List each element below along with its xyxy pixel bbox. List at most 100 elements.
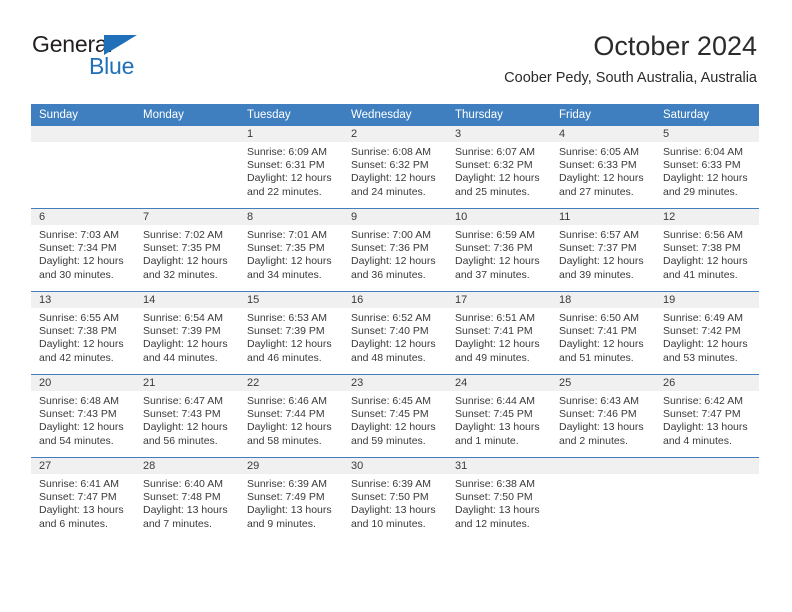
calendar-day-cell[interactable]: 1 Sunrise: 6:09 AM Sunset: 6:31 PM Daylight… xyxy=(239,125,343,209)
day-details: Sunrise: 7:02 AM Sunset: 7:35 PM Daylight:… xyxy=(135,225,239,282)
calendar-day-cell[interactable]: 22 Sunrise: 6:46 AM Sunset: 7:44 PM Dayligh… xyxy=(239,374,343,458)
sunset-time: Sunset: 7:46 PM xyxy=(559,408,637,421)
calendar-day-cell[interactable]: 31 Sunrise: 6:38 AM Sunset: 7:50 PM Dayligh… xyxy=(447,457,551,540)
sunset-time: Sunset: 7:45 PM xyxy=(455,408,533,421)
calendar-day-cell[interactable]: 30 Sunrise: 6:39 AM Sunset: 7:50 PM Dayligh… xyxy=(343,457,447,540)
sunset-time: Sunset: 7:47 PM xyxy=(39,491,117,504)
day-number: 19 xyxy=(655,292,759,308)
calendar-day-cell[interactable]: 13 Sunrise: 6:55 AM Sunset: 7:38 PM Dayligh… xyxy=(31,291,135,375)
calendar-day-cell[interactable]: 23 Sunrise: 6:45 AM Sunset: 7:45 PM Dayligh… xyxy=(343,374,447,458)
sunrise-time: Sunrise: 6:49 AM xyxy=(663,312,743,324)
daylight-duration-line1: Daylight: 12 hours xyxy=(247,338,332,351)
calendar-day-cell[interactable]: 25 Sunrise: 6:43 AM Sunset: 7:46 PM Dayligh… xyxy=(551,374,655,458)
weekday-header-friday: Friday xyxy=(551,104,655,126)
calendar-day-cell[interactable]: 10 Sunrise: 6:59 AM Sunset: 7:36 PM Dayligh… xyxy=(447,208,551,292)
sunset-time: Sunset: 6:33 PM xyxy=(559,159,637,172)
day-details: Sunrise: 6:59 AM Sunset: 7:36 PM Daylight:… xyxy=(447,225,551,282)
daylight-duration-line2: and 7 minutes. xyxy=(143,517,212,530)
day-number: 7 xyxy=(135,209,239,225)
calendar-day-cell[interactable]: 5 Sunrise: 6:04 AM Sunset: 6:33 PM Daylight… xyxy=(655,125,759,209)
sunrise-time: Sunrise: 6:08 AM xyxy=(351,146,431,158)
sunset-time: Sunset: 7:40 PM xyxy=(351,325,429,338)
calendar-day-cell[interactable]: 12 Sunrise: 6:56 AM Sunset: 7:38 PM Dayligh… xyxy=(655,208,759,292)
sunset-time: Sunset: 7:48 PM xyxy=(143,491,221,504)
calendar-day-cell[interactable]: 7 Sunrise: 7:02 AM Sunset: 7:35 PM Daylight… xyxy=(135,208,239,292)
location-subtitle: Coober Pedy, South Australia, Australia xyxy=(504,70,757,86)
sunset-time: Sunset: 7:41 PM xyxy=(455,325,533,338)
sunset-time: Sunset: 7:36 PM xyxy=(455,242,533,255)
sunrise-time: Sunrise: 6:41 AM xyxy=(39,478,119,490)
day-number: 30 xyxy=(343,458,447,474)
calendar-day-cell[interactable]: 28 Sunrise: 6:40 AM Sunset: 7:48 PM Dayligh… xyxy=(135,457,239,540)
calendar-day-cell[interactable]: 9 Sunrise: 7:00 AM Sunset: 7:36 PM Daylight… xyxy=(343,208,447,292)
calendar-day-cell[interactable]: 19 Sunrise: 6:49 AM Sunset: 7:42 PM Dayligh… xyxy=(655,291,759,375)
calendar-day-cell-inner xyxy=(31,126,135,208)
daylight-duration-line2: and 1 minute. xyxy=(455,434,519,447)
generalblue-logo[interactable]: General Blue xyxy=(32,33,212,81)
day-number: 25 xyxy=(551,375,655,391)
sunrise-sunset-calendar-table: Sunday Monday Tuesday Wednesday Thursday… xyxy=(31,104,759,540)
day-number: 23 xyxy=(343,375,447,391)
calendar-day-cell[interactable]: 15 Sunrise: 6:53 AM Sunset: 7:39 PM Dayligh… xyxy=(239,291,343,375)
day-number: 16 xyxy=(343,292,447,308)
sunset-time: Sunset: 7:50 PM xyxy=(455,491,533,504)
calendar-day-cell[interactable]: 18 Sunrise: 6:50 AM Sunset: 7:41 PM Dayligh… xyxy=(551,291,655,375)
day-number: 15 xyxy=(239,292,343,308)
sunrise-time: Sunrise: 6:44 AM xyxy=(455,395,535,407)
calendar-day-cell[interactable]: 29 Sunrise: 6:39 AM Sunset: 7:49 PM Dayligh… xyxy=(239,457,343,540)
calendar-day-cell-inner: 6 Sunrise: 7:03 AM Sunset: 7:34 PM Daylight… xyxy=(31,209,135,291)
daylight-duration-line2: and 58 minutes. xyxy=(247,434,322,447)
calendar-day-cell[interactable]: 24 Sunrise: 6:44 AM Sunset: 7:45 PM Dayligh… xyxy=(447,374,551,458)
calendar-day-cell[interactable]: 6 Sunrise: 7:03 AM Sunset: 7:34 PM Daylight… xyxy=(31,208,135,292)
calendar-day-cell[interactable]: 16 Sunrise: 6:52 AM Sunset: 7:40 PM Dayligh… xyxy=(343,291,447,375)
sunset-time: Sunset: 7:38 PM xyxy=(39,325,117,338)
calendar-day-cell[interactable]: 26 Sunrise: 6:42 AM Sunset: 7:47 PM Dayligh… xyxy=(655,374,759,458)
daylight-duration-line2: and 39 minutes. xyxy=(559,268,634,281)
day-number: 20 xyxy=(31,375,135,391)
sunset-time: Sunset: 7:41 PM xyxy=(559,325,637,338)
calendar-day-cell[interactable]: 2 Sunrise: 6:08 AM Sunset: 6:32 PM Daylight… xyxy=(343,125,447,209)
day-details: Sunrise: 6:57 AM Sunset: 7:37 PM Daylight:… xyxy=(551,225,655,282)
sunrise-time: Sunrise: 6:59 AM xyxy=(455,229,535,241)
daylight-duration-line1: Daylight: 12 hours xyxy=(663,172,748,185)
calendar-day-cell[interactable]: 4 Sunrise: 6:05 AM Sunset: 6:33 PM Daylight… xyxy=(551,125,655,209)
daylight-duration-line2: and 53 minutes. xyxy=(663,351,738,364)
calendar-day-cell-inner: 5 Sunrise: 6:04 AM Sunset: 6:33 PM Daylight… xyxy=(655,126,759,208)
day-details: Sunrise: 6:49 AM Sunset: 7:42 PM Daylight:… xyxy=(655,308,759,365)
weekday-header-row: Sunday Monday Tuesday Wednesday Thursday… xyxy=(31,104,759,126)
daylight-duration-line1: Daylight: 12 hours xyxy=(559,172,644,185)
calendar-day-cell-inner: 29 Sunrise: 6:39 AM Sunset: 7:49 PM Dayligh… xyxy=(239,458,343,540)
sunrise-time: Sunrise: 7:03 AM xyxy=(39,229,119,241)
calendar-day-cell[interactable]: 14 Sunrise: 6:54 AM Sunset: 7:39 PM Dayligh… xyxy=(135,291,239,375)
sunrise-time: Sunrise: 6:39 AM xyxy=(351,478,431,490)
calendar-day-cell[interactable]: 11 Sunrise: 6:57 AM Sunset: 7:37 PM Dayligh… xyxy=(551,208,655,292)
weekday-header-thursday: Thursday xyxy=(447,104,551,126)
sunrise-time: Sunrise: 6:48 AM xyxy=(39,395,119,407)
daylight-duration-line1: Daylight: 12 hours xyxy=(143,338,228,351)
daylight-duration-line1: Daylight: 12 hours xyxy=(143,255,228,268)
daylight-duration-line2: and 41 minutes. xyxy=(663,268,738,281)
sunset-time: Sunset: 6:33 PM xyxy=(663,159,741,172)
calendar-day-cell-inner: 9 Sunrise: 7:00 AM Sunset: 7:36 PM Daylight… xyxy=(343,209,447,291)
day-details: Sunrise: 6:07 AM Sunset: 6:32 PM Daylight:… xyxy=(447,142,551,199)
calendar-day-cell-inner: 26 Sunrise: 6:42 AM Sunset: 7:47 PM Dayligh… xyxy=(655,375,759,457)
day-number: 27 xyxy=(31,458,135,474)
calendar-day-cell[interactable]: 3 Sunrise: 6:07 AM Sunset: 6:32 PM Daylight… xyxy=(447,125,551,209)
weekday-header-tuesday: Tuesday xyxy=(239,104,343,126)
calendar-day-cell[interactable]: 20 Sunrise: 6:48 AM Sunset: 7:43 PM Dayligh… xyxy=(31,374,135,458)
calendar-day-cell-inner: 20 Sunrise: 6:48 AM Sunset: 7:43 PM Dayligh… xyxy=(31,375,135,457)
daylight-duration-line1: Daylight: 12 hours xyxy=(455,255,540,268)
calendar-day-cell[interactable]: 8 Sunrise: 7:01 AM Sunset: 7:35 PM Daylight… xyxy=(239,208,343,292)
calendar-day-cell[interactable]: 21 Sunrise: 6:47 AM Sunset: 7:43 PM Dayligh… xyxy=(135,374,239,458)
daylight-duration-line1: Daylight: 12 hours xyxy=(351,338,436,351)
calendar-day-cell[interactable]: 17 Sunrise: 6:51 AM Sunset: 7:41 PM Dayligh… xyxy=(447,291,551,375)
calendar-day-cell-inner: 28 Sunrise: 6:40 AM Sunset: 7:48 PM Dayligh… xyxy=(135,458,239,540)
sunrise-time: Sunrise: 6:09 AM xyxy=(247,146,327,158)
sunset-time: Sunset: 7:35 PM xyxy=(143,242,221,255)
daylight-duration-line2: and 32 minutes. xyxy=(143,268,218,281)
daylight-duration-line2: and 56 minutes. xyxy=(143,434,218,447)
calendar-day-cell-inner: 31 Sunrise: 6:38 AM Sunset: 7:50 PM Dayligh… xyxy=(447,458,551,540)
day-number: 22 xyxy=(239,375,343,391)
calendar-day-cell[interactable]: 27 Sunrise: 6:41 AM Sunset: 7:47 PM Dayligh… xyxy=(31,457,135,540)
sunrise-time: Sunrise: 6:57 AM xyxy=(559,229,639,241)
